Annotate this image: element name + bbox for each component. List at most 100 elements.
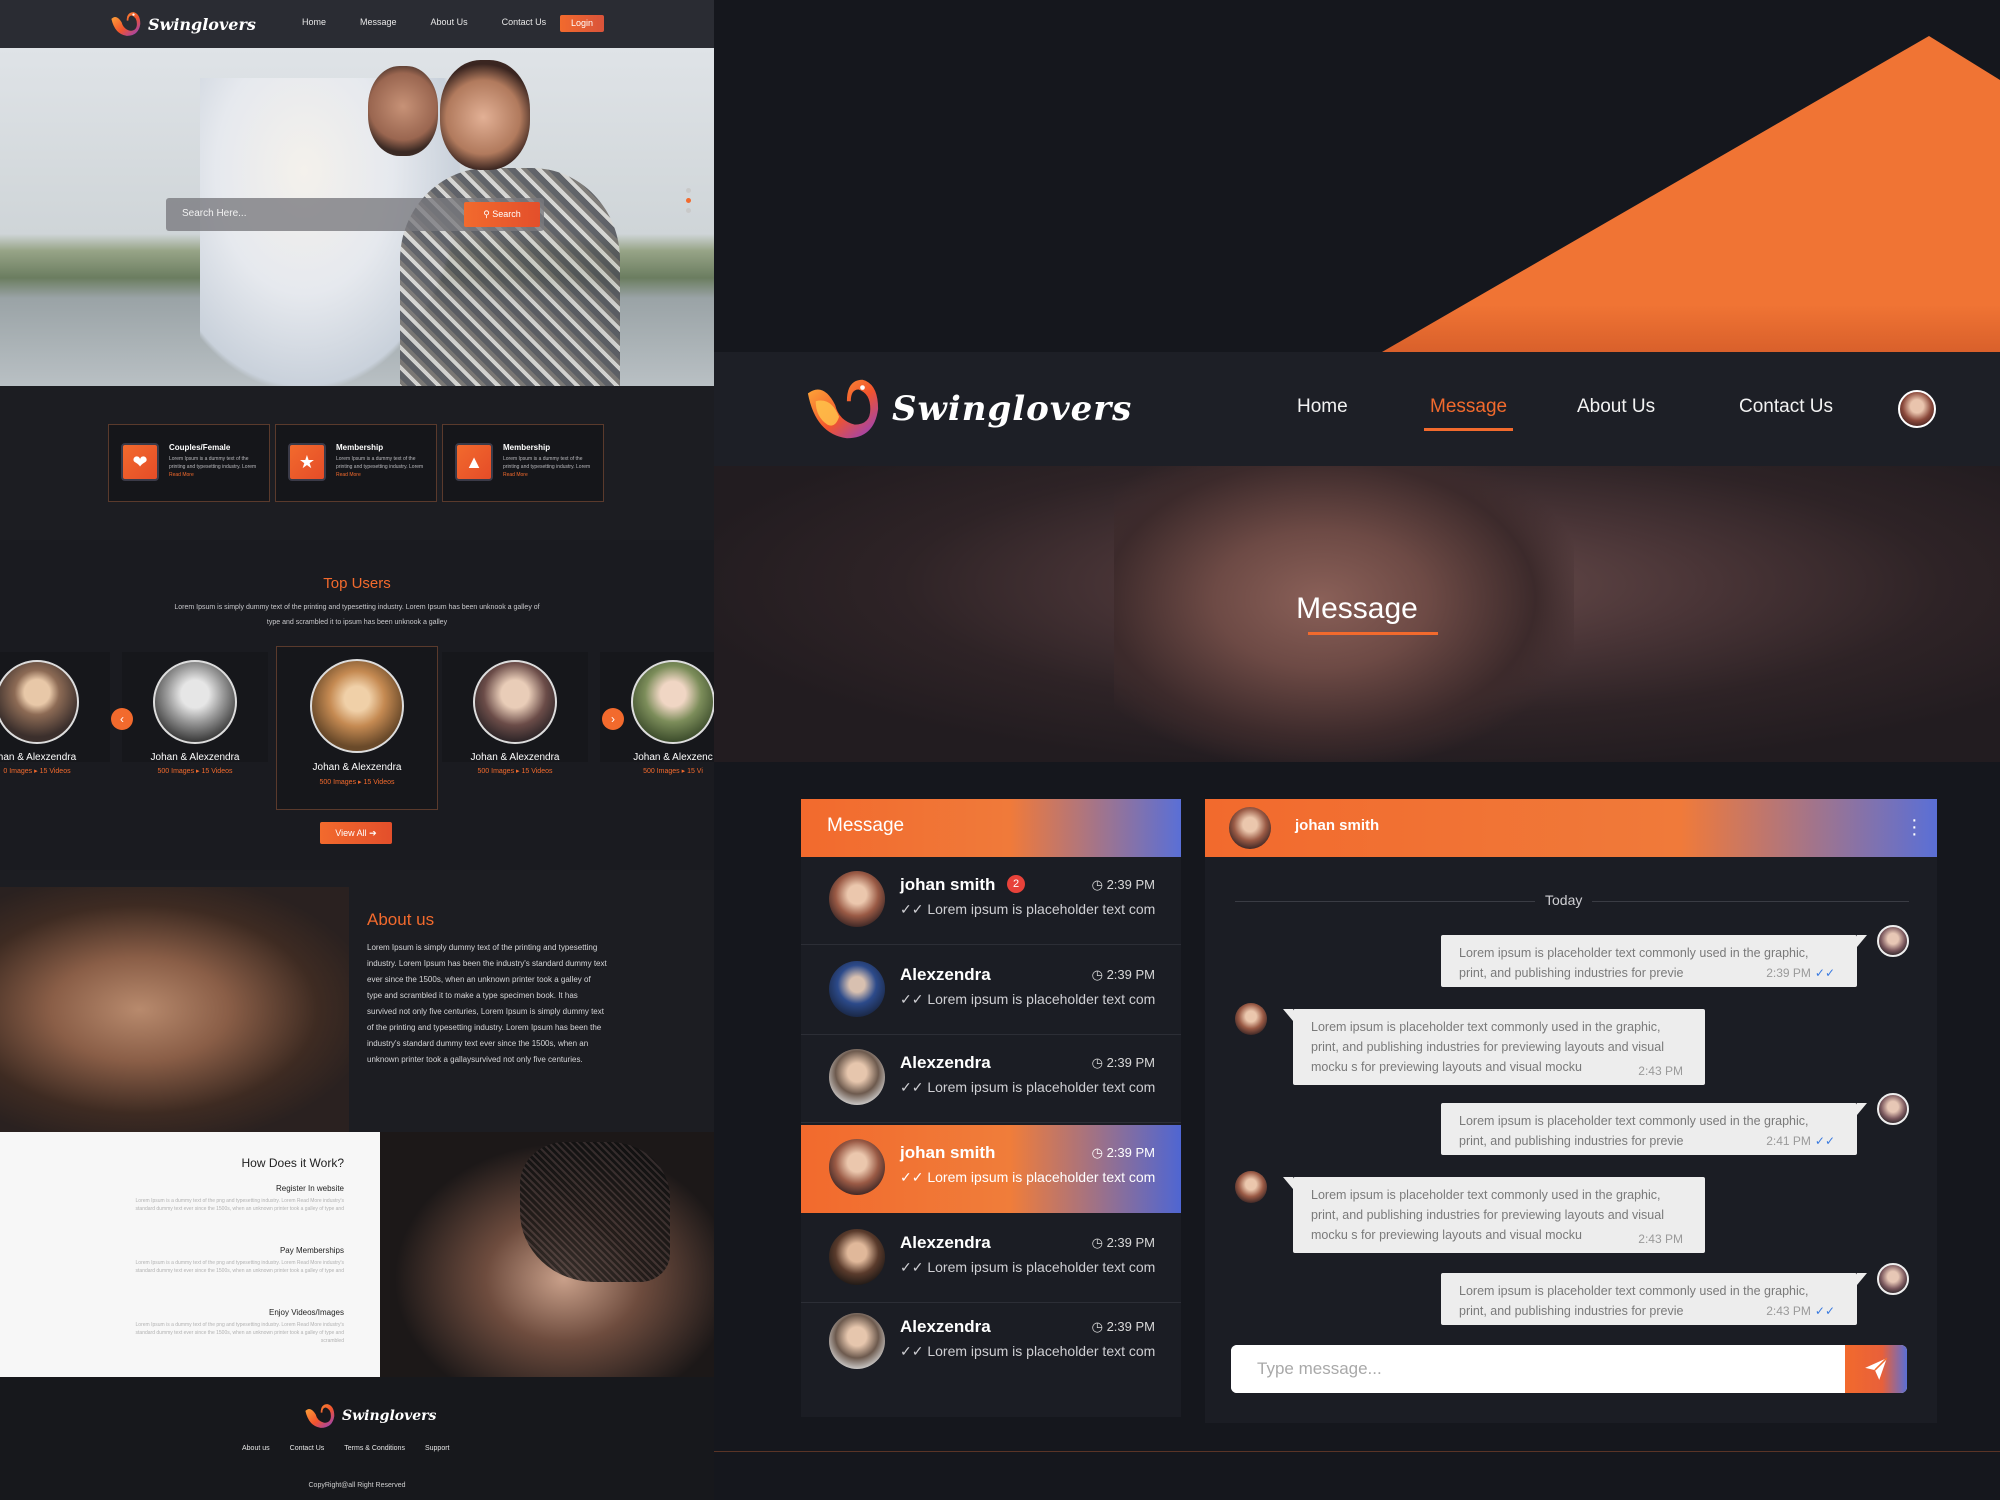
slider-dot[interactable] (686, 188, 691, 193)
user-avatar (310, 659, 404, 753)
conversation-list-header: Message (801, 799, 1181, 857)
carousel-prev-button[interactable]: ‹ (111, 708, 133, 730)
user-card-stats: 500 Images ▸ 15 Vi (643, 768, 703, 775)
login-button[interactable]: Login (560, 15, 604, 32)
hero-photo-head (440, 60, 530, 170)
footer-link-contact[interactable]: Contact Us (290, 1445, 325, 1452)
home-menu: Home Message About Us Contact Us (302, 17, 546, 27)
how-step-body: Lorem Ipsum is a dummy text of the png a… (135, 1198, 344, 1212)
how-step-body: Lorem Ipsum is a dummy text of the png a… (135, 1260, 344, 1274)
avatar (1877, 925, 1909, 957)
conversation-preview: ✓✓ Lorem ipsum is placeholder text com (900, 1079, 1156, 1095)
more-options-icon[interactable]: · · · (1911, 810, 1918, 844)
message-time: 2:43 PM (1638, 1064, 1683, 1078)
top-users-section: Top Users Lorem Ipsum is simply dummy te… (0, 540, 714, 870)
footer-link-support[interactable]: Support (425, 1445, 450, 1452)
user-avatar (631, 660, 714, 744)
read-receipt-icon: ✓✓ (1814, 966, 1835, 980)
footer-link-terms[interactable]: Terms & Conditions (344, 1445, 405, 1452)
hero-search-bar[interactable]: Search Here... ⚲ Search (166, 198, 544, 231)
footer-copyright: CopyRight@all Right Reserved (308, 1482, 406, 1489)
message-text: Lorem ipsum is placeholder text commonly… (1311, 1188, 1664, 1242)
read-more-link[interactable]: Read More (169, 472, 194, 478)
conversation-item[interactable]: Alexzendra ◷ 2:39 PM ✓✓ Lorem ipsum is p… (801, 1035, 1181, 1123)
feature-card[interactable]: ★ Membership Lorem Ipsum is a dummy text… (275, 424, 437, 502)
conversation-name: Alexzendra (900, 1317, 991, 1336)
conversation-name: johan smith (900, 875, 996, 894)
search-icon: ⚲ (483, 209, 493, 219)
user-card[interactable]: Johan & Alexzenc 500 Images ▸ 15 Vi (600, 652, 714, 775)
feature-card[interactable]: ▲ Membership Lorem Ipsum is a dummy text… (442, 424, 604, 502)
nav-about[interactable]: About Us (1577, 396, 1655, 418)
user-avatar (0, 660, 79, 744)
hero-page-title: Message (1296, 592, 1418, 625)
top-users-title: Top Users (323, 575, 391, 592)
user-card-stats: 500 Images ▸ 15 Videos (477, 768, 553, 775)
view-all-button[interactable]: View All ➔ (320, 822, 392, 844)
footer-logo[interactable]: Swinglovers (302, 1399, 436, 1433)
home-nav-about[interactable]: About Us (431, 17, 468, 27)
conversation-list-panel: Message johan smith 2 ◷ 2:39 PM ✓✓ Lorem… (801, 799, 1181, 1417)
chat-contact-name[interactable]: johan smith (1295, 817, 1379, 834)
avatar (1235, 1171, 1267, 1203)
conversation-time: ◷ 2:39 PM (1091, 877, 1155, 892)
user-card-name: Johan & Alexzendra (312, 762, 402, 773)
message-text: Lorem ipsum is placeholder text commonly… (1459, 946, 1809, 980)
send-button[interactable] (1845, 1345, 1907, 1393)
conversation-preview: ✓✓ Lorem ipsum is placeholder text com (900, 1259, 1156, 1275)
user-card-stats: 0 Images ▸ 15 Videos (3, 768, 71, 775)
home-nav-message[interactable]: Message (360, 17, 397, 27)
user-card-stats: 500 Images ▸ 15 Videos (319, 779, 395, 786)
nav-contact[interactable]: Contact Us (1739, 396, 1833, 418)
message-hero-banner: Message (714, 466, 2000, 762)
user-profile-avatar[interactable] (1898, 390, 1936, 428)
home-nav-home[interactable]: Home (302, 17, 326, 27)
conversation-item[interactable]: Alexzendra ◷ 2:39 PM ✓✓ Lorem ipsum is p… (801, 947, 1181, 1035)
avatar (829, 1313, 885, 1369)
hero-slider-dots (686, 188, 692, 218)
hero-photo-head (368, 66, 438, 156)
conversation-item-active[interactable]: johan smith ◷ 2:39 PM ✓✓ Lorem ipsum is … (801, 1125, 1181, 1213)
user-card[interactable]: Johan & Alexzendra 500 Images ▸ 15 Video… (122, 652, 268, 775)
message-text: Lorem ipsum is placeholder text commonly… (1459, 1114, 1809, 1148)
how-step-title: Register In website (275, 1184, 344, 1193)
slider-dot[interactable] (686, 208, 691, 213)
footer-brand-name: Swinglovers (342, 1408, 437, 1424)
swan-logo-icon (807, 379, 879, 439)
about-photo (0, 887, 349, 1132)
carousel-next-button[interactable]: › (602, 708, 624, 730)
hero-search-input[interactable]: Search Here... (182, 208, 246, 219)
how-it-works-steps: How Does it Work? Register In website Lo… (0, 1132, 380, 1377)
nav-message-active[interactable]: Message (1423, 396, 1514, 431)
user-card-featured[interactable]: Johan & Alexzendra 500 Images ▸ 15 Video… (276, 646, 438, 810)
read-more-link[interactable]: Read More (336, 472, 361, 478)
avatar (1235, 1003, 1267, 1035)
footer-link-about[interactable]: About us (242, 1445, 270, 1452)
feature-card[interactable]: ❤ Couples/Female Lorem Ipsum is a dummy … (108, 424, 270, 502)
message-logo[interactable]: Swinglovers (804, 370, 1132, 448)
user-card[interactable]: Johan & Alexzendra 500 Images ▸ 15 Video… (442, 652, 588, 775)
read-more-link[interactable]: Read More (503, 472, 528, 478)
message-text: Lorem ipsum is placeholder text commonly… (1311, 1020, 1664, 1074)
conversation-item[interactable]: Alexzendra ◷ 2:39 PM ✓✓ Lorem ipsum is p… (801, 1299, 1181, 1387)
how-step-body: Lorem Ipsum is a dummy text of the png a… (135, 1322, 344, 1344)
sent-message: Lorem ipsum is placeholder text commonly… (1441, 1273, 1867, 1325)
feature-body: Lorem Ipsum is a dummy text of the print… (169, 456, 257, 478)
conversation-name: johan smith (900, 1143, 996, 1162)
swan-logo-icon (305, 1404, 335, 1428)
hero-search-button[interactable]: ⚲ Search (464, 202, 540, 227)
feature-body: Lorem Ipsum is a dummy text of the print… (503, 456, 591, 478)
how-step: Register In website Lorem Ipsum is a dum… (124, 1184, 344, 1213)
conversation-item[interactable]: johan smith 2 ◷ 2:39 PM ✓✓ Lorem ipsum i… (801, 857, 1181, 945)
home-nav-contact[interactable]: Contact Us (502, 17, 547, 27)
slider-dot-active[interactable] (686, 198, 691, 203)
user-card[interactable]: han & Alexzendra 0 Images ▸ 15 Videos (0, 652, 110, 775)
home-logo[interactable]: Swinglovers (108, 7, 256, 41)
how-it-works-photo (380, 1132, 714, 1377)
nav-home[interactable]: Home (1297, 396, 1348, 418)
chat-contact-avatar[interactable] (1229, 807, 1271, 849)
conversation-name: Alexzendra (900, 1233, 991, 1252)
conversation-preview: ✓✓ Lorem ipsum is placeholder text com (900, 1343, 1156, 1359)
message-input[interactable] (1231, 1345, 1845, 1393)
conversation-item[interactable]: Alexzendra ◷ 2:39 PM ✓✓ Lorem ipsum is p… (801, 1215, 1181, 1303)
